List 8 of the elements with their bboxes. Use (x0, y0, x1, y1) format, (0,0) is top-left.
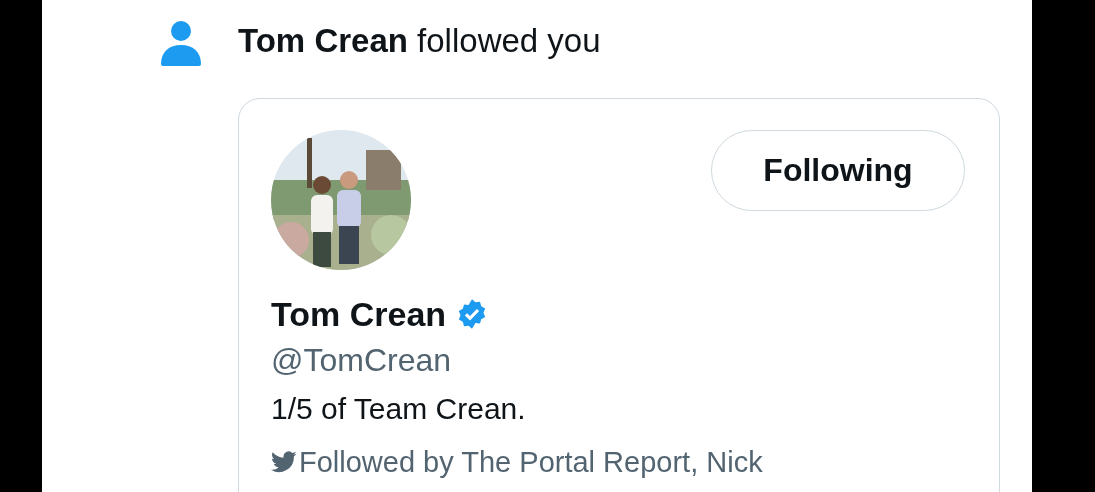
profile-bio: 1/5 of Team Crean. (271, 391, 527, 427)
following-button[interactable]: Following (711, 130, 965, 211)
profile-handle: @TomCrean (271, 341, 453, 380)
notification-text: Tom Crean followed you (238, 21, 602, 61)
bird-icon (271, 451, 297, 473)
profile-name: Tom Crean (271, 294, 447, 335)
person-icon (160, 20, 202, 66)
followed-by-text: Followed by The Portal Report, Nick (299, 445, 763, 480)
